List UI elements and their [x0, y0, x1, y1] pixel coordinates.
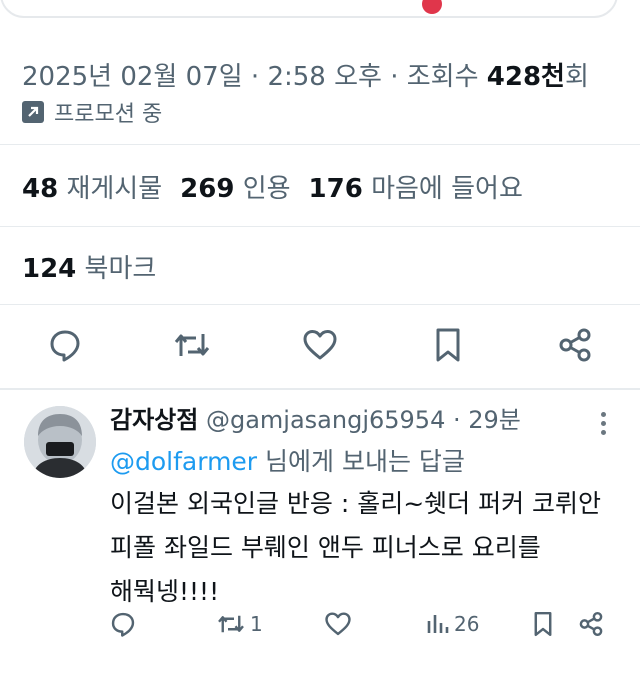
bookmark-icon[interactable]: [426, 322, 470, 368]
repost-icon[interactable]: [170, 322, 214, 368]
repost-count: 1: [250, 612, 263, 636]
reply-author-handle[interactable]: @gamjasangj65954: [206, 406, 445, 434]
divider: [0, 226, 640, 227]
previous-content-box: [0, 0, 618, 18]
tweet-stats: 48 재게시물 269 인용 176 마음에 들어요: [22, 168, 523, 205]
promotion-link[interactable]: 프로모션 중: [22, 96, 162, 128]
reply-repost-button[interactable]: 1: [216, 604, 263, 644]
red-emoji-icon: [422, 0, 442, 14]
like-icon[interactable]: [298, 322, 342, 368]
views-icon: [427, 615, 449, 633]
reply-share-icon[interactable]: [578, 604, 604, 644]
repost-icon: [218, 615, 244, 633]
reply-bookmark-icon[interactable]: [532, 604, 554, 644]
tweet-meta: 2025년 02월 07일 · 2:58 오후 · 조회수 428천회: [22, 62, 589, 92]
divider: [0, 388, 640, 390]
more-options-icon[interactable]: [596, 408, 610, 442]
reply-header: 감자상점 @gamjasangj65954 · 29분: [110, 406, 521, 434]
mention-link[interactable]: @dolfarmer: [110, 447, 257, 476]
views-label: 조회수: [406, 62, 479, 92]
bookmarks-stat[interactable]: 124 북마크: [22, 248, 156, 285]
views-count: 26: [454, 612, 480, 636]
reply-time[interactable]: 29분: [468, 406, 521, 434]
tweet-actions: [0, 322, 640, 372]
divider: [0, 304, 640, 305]
tweet-time: 2:58 오후: [267, 62, 382, 92]
reply-views-button[interactable]: 26: [426, 604, 479, 644]
likes-stat[interactable]: 176 마음에 들어요: [309, 168, 523, 205]
reply-author-name[interactable]: 감자상점: [110, 406, 198, 434]
reply-text: 이걸본 외국인글 반응 : 홀리~쉣더 퍼커 코뤼안 피폴 좌일드 부뤠인 앤두…: [110, 489, 602, 606]
avatar[interactable]: [24, 406, 96, 478]
divider: [0, 144, 640, 145]
share-icon[interactable]: [553, 322, 597, 368]
promotion-label: 프로모션 중: [54, 102, 163, 127]
reply-actions: 1 26: [0, 604, 640, 648]
reply-to-line: @dolfarmer 님에게 보내는 답글: [110, 447, 465, 476]
reply-like-icon[interactable]: [324, 604, 352, 644]
quotes-stat[interactable]: 269 인용: [180, 168, 290, 205]
arrow-up-right-icon: [22, 101, 44, 123]
views-value: 428천: [486, 62, 565, 92]
tweet-date: 2025년 02월 07일: [22, 62, 243, 92]
reply-reply-icon[interactable]: [110, 604, 136, 644]
reposts-stat[interactable]: 48 재게시물: [22, 168, 162, 205]
views-suffix: 회: [564, 62, 589, 92]
reply-icon[interactable]: [43, 322, 87, 368]
